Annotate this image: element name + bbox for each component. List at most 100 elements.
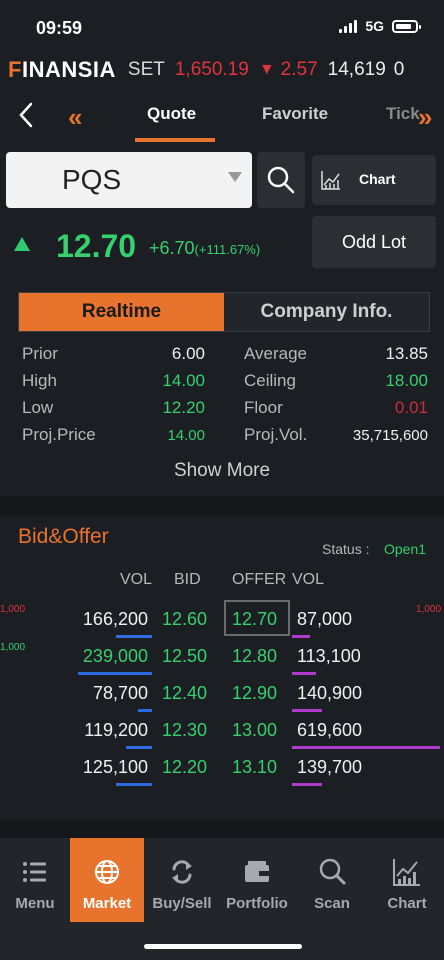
chart-button[interactable]: Chart	[312, 155, 436, 205]
stat-label: High	[22, 371, 57, 390]
stat-value: 12.20	[162, 398, 205, 417]
section-divider	[0, 496, 444, 516]
price-change-percent: (+111.67%)	[194, 242, 261, 257]
bid-volume: 166,200	[82, 609, 148, 629]
down-arrow-icon: ▼	[258, 61, 275, 78]
bid-offer-title: Bid&Offer	[18, 525, 109, 548]
bid-price[interactable]: 12.50	[162, 646, 207, 667]
portfolio-wallet-icon	[245, 861, 269, 882]
symbol-selector[interactable]: PQS	[6, 152, 252, 208]
bid-price[interactable]: 12.40	[162, 683, 207, 704]
signal-icon	[339, 19, 358, 33]
chart-icon	[393, 859, 420, 886]
offer-volume-bar	[292, 709, 322, 712]
show-more-button[interactable]: Show More	[0, 460, 444, 482]
bid-volume-bar	[78, 672, 152, 675]
active-tab-indicator	[135, 138, 215, 142]
tab-favorite[interactable]: Favorite	[262, 104, 328, 124]
tab-company-info[interactable]: Company Info.	[224, 293, 429, 331]
bid-header: BID	[174, 571, 201, 588]
section-divider	[0, 820, 444, 838]
offer-volume: 139,700	[297, 757, 363, 777]
back-icon[interactable]	[14, 100, 40, 130]
bid-volume-bar	[126, 746, 152, 749]
ticker-index-change: 2.57	[280, 59, 318, 80]
stat-label: Proj.Price	[22, 425, 96, 444]
tab-quote[interactable]: Quote	[147, 104, 196, 124]
scan-search-icon	[319, 858, 346, 885]
tab-portfolio[interactable]: Portfolio	[220, 838, 294, 922]
offer-price[interactable]: 13.00	[232, 720, 277, 741]
offer-volume: 87,000	[297, 609, 353, 629]
tab-label: Chart	[387, 895, 427, 912]
battery-icon	[392, 19, 421, 33]
search-button[interactable]	[257, 152, 305, 208]
stat-row: High 14.00 Ceiling 18.00	[22, 371, 430, 393]
bid-price[interactable]: 12.30	[162, 720, 207, 741]
network-label: 5G	[365, 18, 384, 34]
bid-volume: 78,700	[92, 683, 148, 703]
stat-value: 18.00	[385, 371, 428, 390]
bid-offer-row[interactable]: 166,200 12.60 12.70 87,000	[0, 600, 444, 645]
chart-button-label: Chart	[359, 171, 396, 187]
offer-header: OFFER	[232, 571, 287, 588]
status-time: 09:59	[36, 18, 83, 38]
stat-label: Ceiling	[244, 371, 296, 390]
offer-price[interactable]: 13.10	[232, 757, 277, 778]
market-ticker[interactable]: FINANSIA SET 1,650.19 ▼ 2.57 14,619 0	[0, 52, 444, 88]
offer-volume-bar	[292, 746, 440, 749]
tab-market[interactable]: Market	[70, 838, 144, 922]
offer-volume-bar	[292, 672, 316, 675]
bid-price[interactable]: 12.60	[162, 609, 207, 630]
offer-price[interactable]: 12.90	[232, 683, 277, 704]
tab-label: Portfolio	[226, 895, 288, 912]
tab-chart[interactable]: Chart	[370, 838, 444, 922]
offer-price[interactable]: 12.80	[232, 646, 277, 667]
offer-vol-header: VOL	[292, 571, 325, 588]
bid-offer-row[interactable]: 125,100 12.20 13.10 139,700	[0, 757, 444, 793]
market-status-label: Status :	[322, 541, 370, 557]
status-indicators: 5G	[339, 18, 421, 34]
stat-label: Proj.Vol.	[244, 425, 308, 444]
tab-buy-sell[interactable]: Buy/Sell	[145, 838, 219, 922]
tab-realtime[interactable]: Realtime	[19, 293, 224, 331]
top-navigation: « Quote Favorite Tick »	[0, 88, 444, 144]
market-status-value: Open1	[384, 541, 427, 557]
stat-row: Low 12.20 Floor 0.01	[22, 398, 430, 420]
buy-sell-icon	[172, 860, 192, 884]
stat-label: Low	[22, 398, 54, 417]
odd-lot-button[interactable]: Odd Lot	[312, 216, 436, 268]
market-globe-icon	[95, 860, 119, 884]
bid-offer-row[interactable]: 119,200 12.30 13.00 619,600	[0, 720, 444, 756]
price-up-icon	[14, 237, 30, 251]
tab-label: Scan	[314, 895, 350, 912]
info-tabs: Realtime Company Info.	[18, 292, 430, 332]
ticker-more: 0	[393, 59, 405, 80]
bid-volume: 239,000	[82, 646, 148, 666]
ticker-index-value: 1,650.19	[174, 59, 249, 80]
ticker-volume: 14,619	[327, 59, 386, 80]
scroll-left-icon[interactable]: «	[68, 102, 82, 133]
last-price: 12.70	[56, 228, 137, 264]
stat-label: Average	[244, 344, 308, 363]
bid-volume: 119,200	[84, 720, 148, 740]
tab-menu[interactable]: Menu	[0, 838, 72, 922]
offer-volume-bar	[292, 783, 322, 786]
bid-offer-row[interactable]: 78,700 12.40 12.90 140,900	[0, 683, 444, 719]
stat-value: 14.00	[162, 371, 205, 390]
scroll-right-icon[interactable]: »	[418, 102, 432, 133]
bid-offer-row[interactable]: 239,000 12.50 12.80 113,100	[0, 646, 444, 682]
price-change: +6.70(+111.67%)	[149, 238, 261, 258]
chart-icon	[321, 171, 340, 190]
bottom-tab-bar: Menu Market Buy/Sell Portfolio Scan Char…	[0, 838, 444, 960]
tab-scan[interactable]: Scan	[295, 838, 369, 922]
ticker-index-name: SET	[127, 59, 165, 80]
tab-tick[interactable]: Tick	[386, 104, 420, 124]
bid-price[interactable]: 12.20	[162, 757, 207, 778]
stat-row: Prior 6.00 Average 13.85	[22, 344, 430, 366]
bid-volume-bar	[116, 783, 152, 786]
stat-label: Floor	[244, 398, 283, 417]
stat-row: Proj.Price 14.00 Proj.Vol. 35,715,600	[22, 425, 430, 447]
offer-price[interactable]: 12.70	[232, 609, 277, 630]
finansia-logo: FINANSIA	[8, 57, 116, 82]
